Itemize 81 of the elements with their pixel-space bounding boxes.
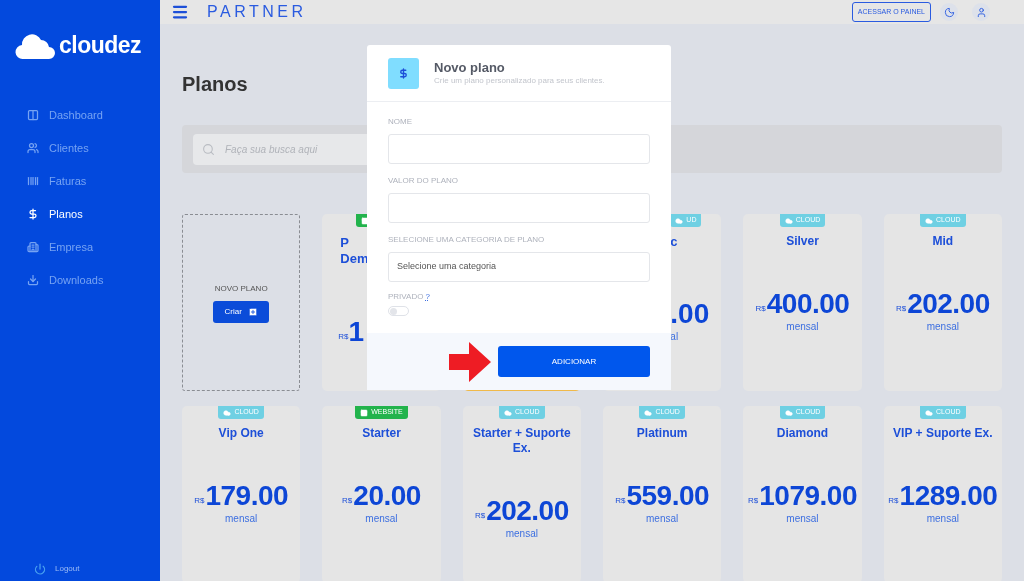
barcode-icon bbox=[27, 175, 39, 187]
plan-price: 20.00 bbox=[353, 481, 421, 511]
cloud-icon bbox=[675, 216, 684, 225]
cloud-icon bbox=[644, 408, 653, 417]
currency-label: R$ bbox=[342, 495, 353, 507]
create-button[interactable]: Criar bbox=[213, 300, 269, 323]
period-label: mensal bbox=[365, 512, 398, 526]
moon-icon bbox=[943, 6, 955, 18]
period-label: mensal bbox=[225, 512, 258, 526]
currency-label: R$ bbox=[748, 495, 759, 507]
field-label: VALOR DO PLANO bbox=[388, 175, 460, 187]
add-button[interactable]: ADICIONAR bbox=[498, 346, 650, 377]
currency-label: R$ bbox=[895, 303, 907, 315]
plan-name: c bbox=[670, 234, 678, 250]
currency-label: R$ bbox=[755, 303, 766, 315]
period-label: mensal bbox=[646, 512, 679, 526]
field-label: SELECIONE UMA CATEGORIA DE PLANO bbox=[388, 234, 546, 246]
period-label: mensal bbox=[926, 512, 959, 526]
cloud-icon bbox=[223, 408, 232, 417]
search-icon bbox=[202, 142, 215, 156]
period-label: mensal bbox=[926, 320, 959, 334]
plan-name: Mid bbox=[931, 234, 955, 249]
logout-link[interactable]: Logout bbox=[0, 563, 160, 575]
currency-label: R$ bbox=[888, 495, 899, 507]
power-icon bbox=[34, 563, 46, 575]
plan-name: Platinum bbox=[635, 426, 689, 441]
plan-price: 179.00 bbox=[205, 481, 289, 511]
cloud-icon bbox=[784, 216, 793, 225]
users-icon bbox=[27, 142, 39, 154]
help-link[interactable]: ? bbox=[425, 291, 430, 303]
download-icon bbox=[27, 274, 39, 286]
new-plan-card[interactable]: NOVO PLANO Criar bbox=[182, 214, 301, 391]
dollar-icon bbox=[398, 67, 409, 79]
user-icon bbox=[975, 6, 987, 18]
plan-name: P bbox=[340, 235, 350, 251]
currency-label: R$ bbox=[194, 496, 205, 507]
new-plan-label: NOVO PLANO bbox=[214, 282, 268, 295]
plan-price: 400.00 bbox=[766, 289, 850, 319]
plan-price: 1079.00 bbox=[759, 481, 857, 511]
plan-price: 1 bbox=[348, 317, 365, 347]
text-field[interactable] bbox=[388, 134, 650, 164]
app-title: PARTNER bbox=[207, 2, 307, 22]
period-label: mensal bbox=[786, 320, 819, 334]
plan-name: Starter + Suporte Ex. bbox=[471, 426, 572, 456]
plan-name: Vip One bbox=[217, 426, 265, 441]
period-label: al bbox=[670, 330, 679, 344]
currency-label: R$ bbox=[338, 332, 349, 343]
plan-price: 202.00 bbox=[486, 496, 569, 526]
pointer-arrow bbox=[449, 341, 491, 382]
plan-name: VIP + Suporte Ex. bbox=[892, 426, 994, 441]
text-field[interactable] bbox=[388, 193, 650, 223]
logo-text: cloudez bbox=[59, 31, 142, 60]
private-label: PRIVADO bbox=[388, 291, 424, 303]
dialog-title: Novo plano bbox=[434, 59, 506, 75]
plan-price: 559.00 bbox=[626, 481, 710, 511]
cloud-icon bbox=[925, 216, 934, 225]
cloud-icon bbox=[504, 408, 513, 417]
cloud-icon bbox=[784, 408, 793, 417]
category-select[interactable]: Selecione uma categoria bbox=[388, 252, 650, 282]
dollar-icon bbox=[27, 208, 39, 220]
building-icon bbox=[27, 241, 39, 253]
period-label: mensal bbox=[505, 527, 538, 541]
page-title: Planos bbox=[182, 72, 248, 97]
columns-icon bbox=[27, 109, 39, 121]
theme-button[interactable] bbox=[940, 3, 958, 21]
plan-name: Starter bbox=[361, 426, 402, 441]
menu-icon[interactable] bbox=[171, 3, 189, 21]
window-icon bbox=[360, 408, 369, 417]
plan-price: 1289.00 bbox=[899, 481, 998, 511]
plan-name: Diamond bbox=[775, 426, 830, 441]
plan-price: 202.00 bbox=[907, 289, 990, 319]
plan-name: Silver bbox=[785, 234, 820, 249]
period-label: mensal bbox=[786, 512, 819, 526]
field-label: NOME bbox=[388, 116, 413, 128]
private-toggle[interactable] bbox=[388, 306, 409, 316]
cloud-icon bbox=[925, 408, 934, 417]
nav-item[interactable]: Planos bbox=[0, 197, 160, 231]
user-button[interactable] bbox=[972, 3, 990, 21]
currency-label: R$ bbox=[474, 510, 486, 522]
plan-price: .00 bbox=[670, 299, 710, 329]
currency-label: R$ bbox=[615, 496, 626, 507]
